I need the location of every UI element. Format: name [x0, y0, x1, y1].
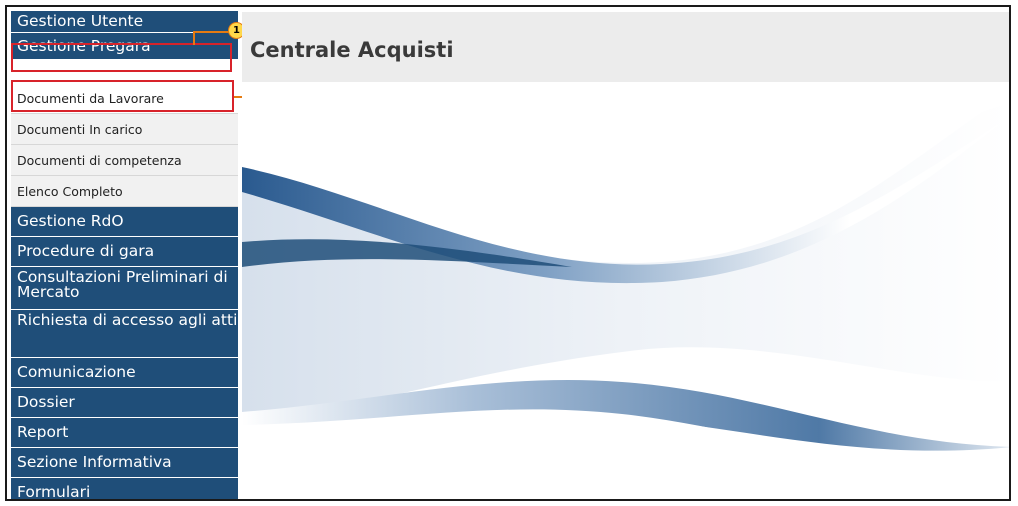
submenu-label: Elenco Completo: [17, 183, 123, 199]
submenu-documenti-in-carico[interactable]: Documenti In carico: [11, 114, 238, 145]
menu-gestione-utente[interactable]: Gestione Utente: [11, 11, 238, 33]
screenshot-frame: Gestione Utente Gestione Pregara Documen…: [5, 5, 1011, 501]
menu-consultazioni-preliminari[interactable]: Consultazioni Preliminari di Mercato: [11, 267, 238, 310]
callout-connector: [193, 31, 233, 33]
menu-gestione-rdo[interactable]: Gestione RdO: [11, 207, 238, 237]
menu-formulari[interactable]: Formulari: [11, 478, 238, 501]
menu-label: Formulari: [17, 483, 91, 501]
submenu-label: Documenti di competenza: [17, 152, 182, 168]
page-title: Centrale Acquisti: [250, 38, 454, 62]
menu-label: Gestione RdO: [17, 212, 124, 230]
menu-procedure-di-gara[interactable]: Procedure di gara: [11, 237, 238, 267]
callout-connector: [193, 31, 195, 45]
menu-sezione-informativa[interactable]: Sezione Informativa: [11, 448, 238, 478]
menu-label: Report: [17, 423, 69, 441]
highlight-gestione-pregara: [11, 43, 232, 72]
menu-label: Richiesta di accesso agli atti: [17, 311, 238, 329]
decorative-banner: [242, 82, 1009, 499]
submenu-elenco-completo[interactable]: Elenco Completo: [11, 176, 238, 207]
menu-label: Procedure di gara: [17, 242, 155, 260]
menu-label: Gestione Utente: [17, 12, 144, 30]
menu-report[interactable]: Report: [11, 418, 238, 448]
page-header: Centrale Acquisti: [242, 12, 1009, 82]
submenu-documenti-di-competenza[interactable]: Documenti di competenza: [11, 145, 238, 176]
menu-label: Consultazioni Preliminari di Mercato: [17, 268, 228, 301]
menu-comunicazione[interactable]: Comunicazione: [11, 358, 238, 388]
menu-label: Comunicazione: [17, 363, 136, 381]
callout-number: 1: [233, 25, 240, 36]
menu-richiesta-accesso-atti[interactable]: Richiesta di accesso agli atti: [11, 310, 238, 358]
menu-label: Sezione Informativa: [17, 453, 172, 471]
submenu-label: Documenti In carico: [17, 121, 143, 137]
highlight-documenti-da-lavorare: [11, 80, 234, 112]
menu-label: Dossier: [17, 393, 75, 411]
menu-dossier[interactable]: Dossier: [11, 388, 238, 418]
